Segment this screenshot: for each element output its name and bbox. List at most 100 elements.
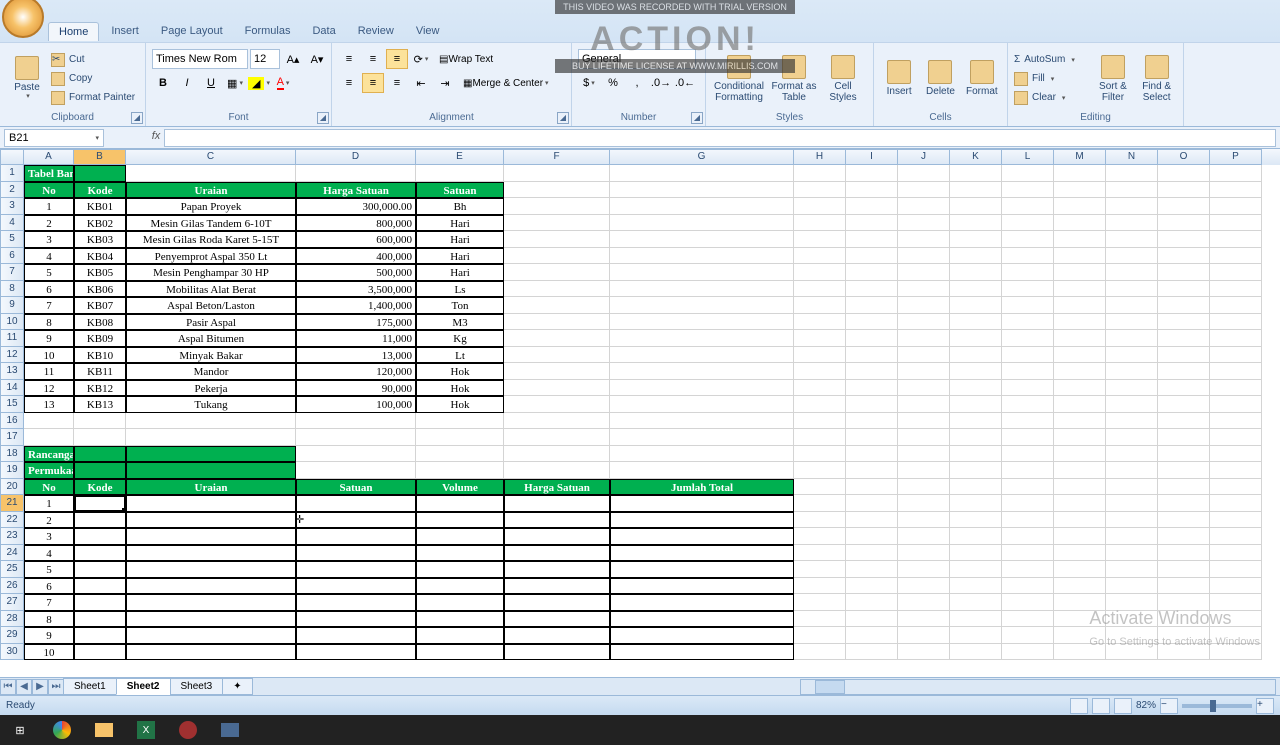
cell[interactable]: 400,000: [296, 248, 416, 265]
cell[interactable]: [794, 644, 846, 661]
cell[interactable]: [846, 347, 898, 364]
cell[interactable]: [1158, 644, 1210, 661]
cell[interactable]: [898, 363, 950, 380]
cell[interactable]: [846, 264, 898, 281]
cell[interactable]: [950, 363, 1002, 380]
cell[interactable]: [1054, 330, 1106, 347]
cell[interactable]: Harga Satuan: [296, 182, 416, 199]
cell[interactable]: [610, 578, 794, 595]
view-layout-button[interactable]: [1092, 698, 1110, 714]
cell[interactable]: [898, 611, 950, 628]
cell[interactable]: [1002, 215, 1054, 232]
cell[interactable]: [1210, 561, 1262, 578]
cell[interactable]: [1106, 611, 1158, 628]
cell[interactable]: [1106, 644, 1158, 661]
cell[interactable]: [1054, 281, 1106, 298]
cell[interactable]: [898, 528, 950, 545]
cell[interactable]: [296, 528, 416, 545]
cell[interactable]: [898, 215, 950, 232]
format-painter-button[interactable]: Format Painter: [51, 89, 135, 107]
cell[interactable]: Ton: [416, 297, 504, 314]
formula-bar[interactable]: [164, 129, 1276, 147]
cell[interactable]: [1106, 462, 1158, 479]
cell[interactable]: [1158, 363, 1210, 380]
cell[interactable]: [610, 594, 794, 611]
row-header[interactable]: 26: [0, 578, 24, 595]
cell[interactable]: [504, 297, 610, 314]
cell[interactable]: [610, 248, 794, 265]
cell[interactable]: [1002, 545, 1054, 562]
cell[interactable]: [1158, 578, 1210, 595]
cell[interactable]: [1158, 594, 1210, 611]
cell[interactable]: [1002, 281, 1054, 298]
cell[interactable]: 3,500,000: [296, 281, 416, 298]
cell[interactable]: [950, 330, 1002, 347]
cell[interactable]: [794, 182, 846, 199]
cell[interactable]: [1210, 182, 1262, 199]
cell[interactable]: [950, 594, 1002, 611]
cell[interactable]: Ls: [416, 281, 504, 298]
cell[interactable]: [1210, 611, 1262, 628]
cell[interactable]: [504, 512, 610, 529]
cell[interactable]: [1054, 297, 1106, 314]
cell[interactable]: [950, 446, 1002, 463]
row-header[interactable]: 3: [0, 198, 24, 215]
cell[interactable]: [898, 297, 950, 314]
cell[interactable]: [610, 231, 794, 248]
cell[interactable]: [1210, 297, 1262, 314]
col-header-o[interactable]: O: [1158, 149, 1210, 165]
cell[interactable]: [950, 561, 1002, 578]
cell[interactable]: [1158, 545, 1210, 562]
cell[interactable]: [794, 198, 846, 215]
cell[interactable]: [504, 495, 610, 512]
cell[interactable]: [794, 594, 846, 611]
cell[interactable]: [1054, 627, 1106, 644]
row-header[interactable]: 15: [0, 396, 24, 413]
cell[interactable]: KB12: [74, 380, 126, 397]
name-box[interactable]: B21▾: [4, 129, 104, 147]
cell[interactable]: [950, 281, 1002, 298]
cell[interactable]: [504, 627, 610, 644]
cell[interactable]: [1002, 479, 1054, 496]
cell[interactable]: [296, 462, 416, 479]
cell[interactable]: [950, 528, 1002, 545]
cell[interactable]: [898, 380, 950, 397]
merge-center-button[interactable]: ▦ Merge & Center▾: [458, 73, 554, 93]
cell[interactable]: Hari: [416, 215, 504, 232]
cell[interactable]: [1054, 561, 1106, 578]
cell[interactable]: [1106, 198, 1158, 215]
taskbar-excel[interactable]: X: [126, 716, 166, 744]
cell[interactable]: [1158, 347, 1210, 364]
cell[interactable]: [950, 380, 1002, 397]
taskbar-app[interactable]: [168, 716, 208, 744]
cell[interactable]: Aspal Bitumen: [126, 330, 296, 347]
cell[interactable]: [1002, 446, 1054, 463]
align-bottom-button[interactable]: ≡: [386, 49, 408, 69]
underline-button[interactable]: U: [200, 73, 222, 93]
cell[interactable]: 10: [24, 347, 74, 364]
sheet-nav-first[interactable]: ⏮: [0, 679, 16, 695]
font-name-combo[interactable]: [152, 49, 248, 69]
cell[interactable]: [296, 594, 416, 611]
cell[interactable]: Hok: [416, 380, 504, 397]
cell[interactable]: [504, 198, 610, 215]
cell[interactable]: [1106, 264, 1158, 281]
format-as-table-button[interactable]: Format as Table: [769, 47, 819, 111]
cell[interactable]: [610, 297, 794, 314]
cell[interactable]: [794, 462, 846, 479]
row-header[interactable]: 14: [0, 380, 24, 397]
cell[interactable]: [846, 578, 898, 595]
cell[interactable]: [846, 231, 898, 248]
cell[interactable]: [794, 281, 846, 298]
cell[interactable]: Kg: [416, 330, 504, 347]
cell[interactable]: [126, 627, 296, 644]
cell[interactable]: [1210, 231, 1262, 248]
cell[interactable]: [296, 429, 416, 446]
cell[interactable]: [1210, 594, 1262, 611]
row-header[interactable]: 9: [0, 297, 24, 314]
cell[interactable]: [1002, 561, 1054, 578]
cell[interactable]: [1210, 198, 1262, 215]
cell[interactable]: [1054, 594, 1106, 611]
cell[interactable]: [898, 479, 950, 496]
cell[interactable]: [950, 429, 1002, 446]
